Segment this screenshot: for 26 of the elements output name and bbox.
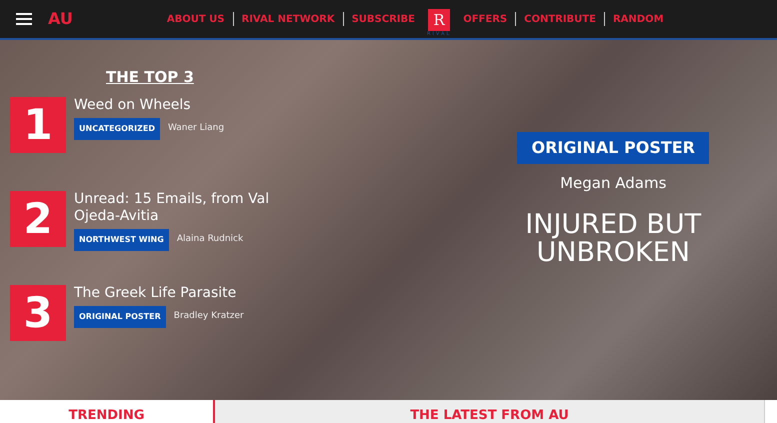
rank-number: 1 [10,96,66,152]
logo-mark[interactable]: R [428,9,450,31]
author-name: Megan Adams [560,173,666,194]
article-title[interactable]: Weed on Wheels [74,96,224,114]
nav-link[interactable]: OFFERS [455,12,516,26]
nav-link[interactable]: RIVAL NETWORK [234,12,343,26]
author-name: Alaina Rudnick [176,232,244,246]
category-tag[interactable]: ORIGINAL POSTER [74,306,166,328]
author-name: Bradley Kratzer [174,310,244,323]
category-tag[interactable]: ORIGINAL POSTER [517,132,709,164]
article-title[interactable]: Unread: 15 Emails, from Val Ojeda-Avitia [74,190,284,224]
rank-number: 2 [10,190,66,246]
category-tag[interactable]: UNCATEGORIZED [74,118,160,140]
article-title[interactable]: The Greek Life Parasite [74,284,244,302]
category-tag[interactable]: NORTHWEST WING [74,228,169,250]
author-name: Waner Liang [168,122,224,135]
section-heading: THE TOP 3 [106,67,195,88]
nav-link[interactable]: RANDOM [604,12,672,26]
nav-link[interactable]: ABOUT US [158,12,232,26]
menu-icon[interactable] [16,13,32,25]
article-title[interactable]: INJURED BUT UNBROKEN [518,210,708,266]
nav-link[interactable]: CONTRIBUTE [516,12,604,26]
nav-link[interactable]: SUBSCRIBE [344,12,423,26]
tab[interactable]: THE LATEST FROM AU [215,400,765,423]
rank-number: 3 [10,284,66,340]
site-title[interactable]: AU [48,7,73,31]
